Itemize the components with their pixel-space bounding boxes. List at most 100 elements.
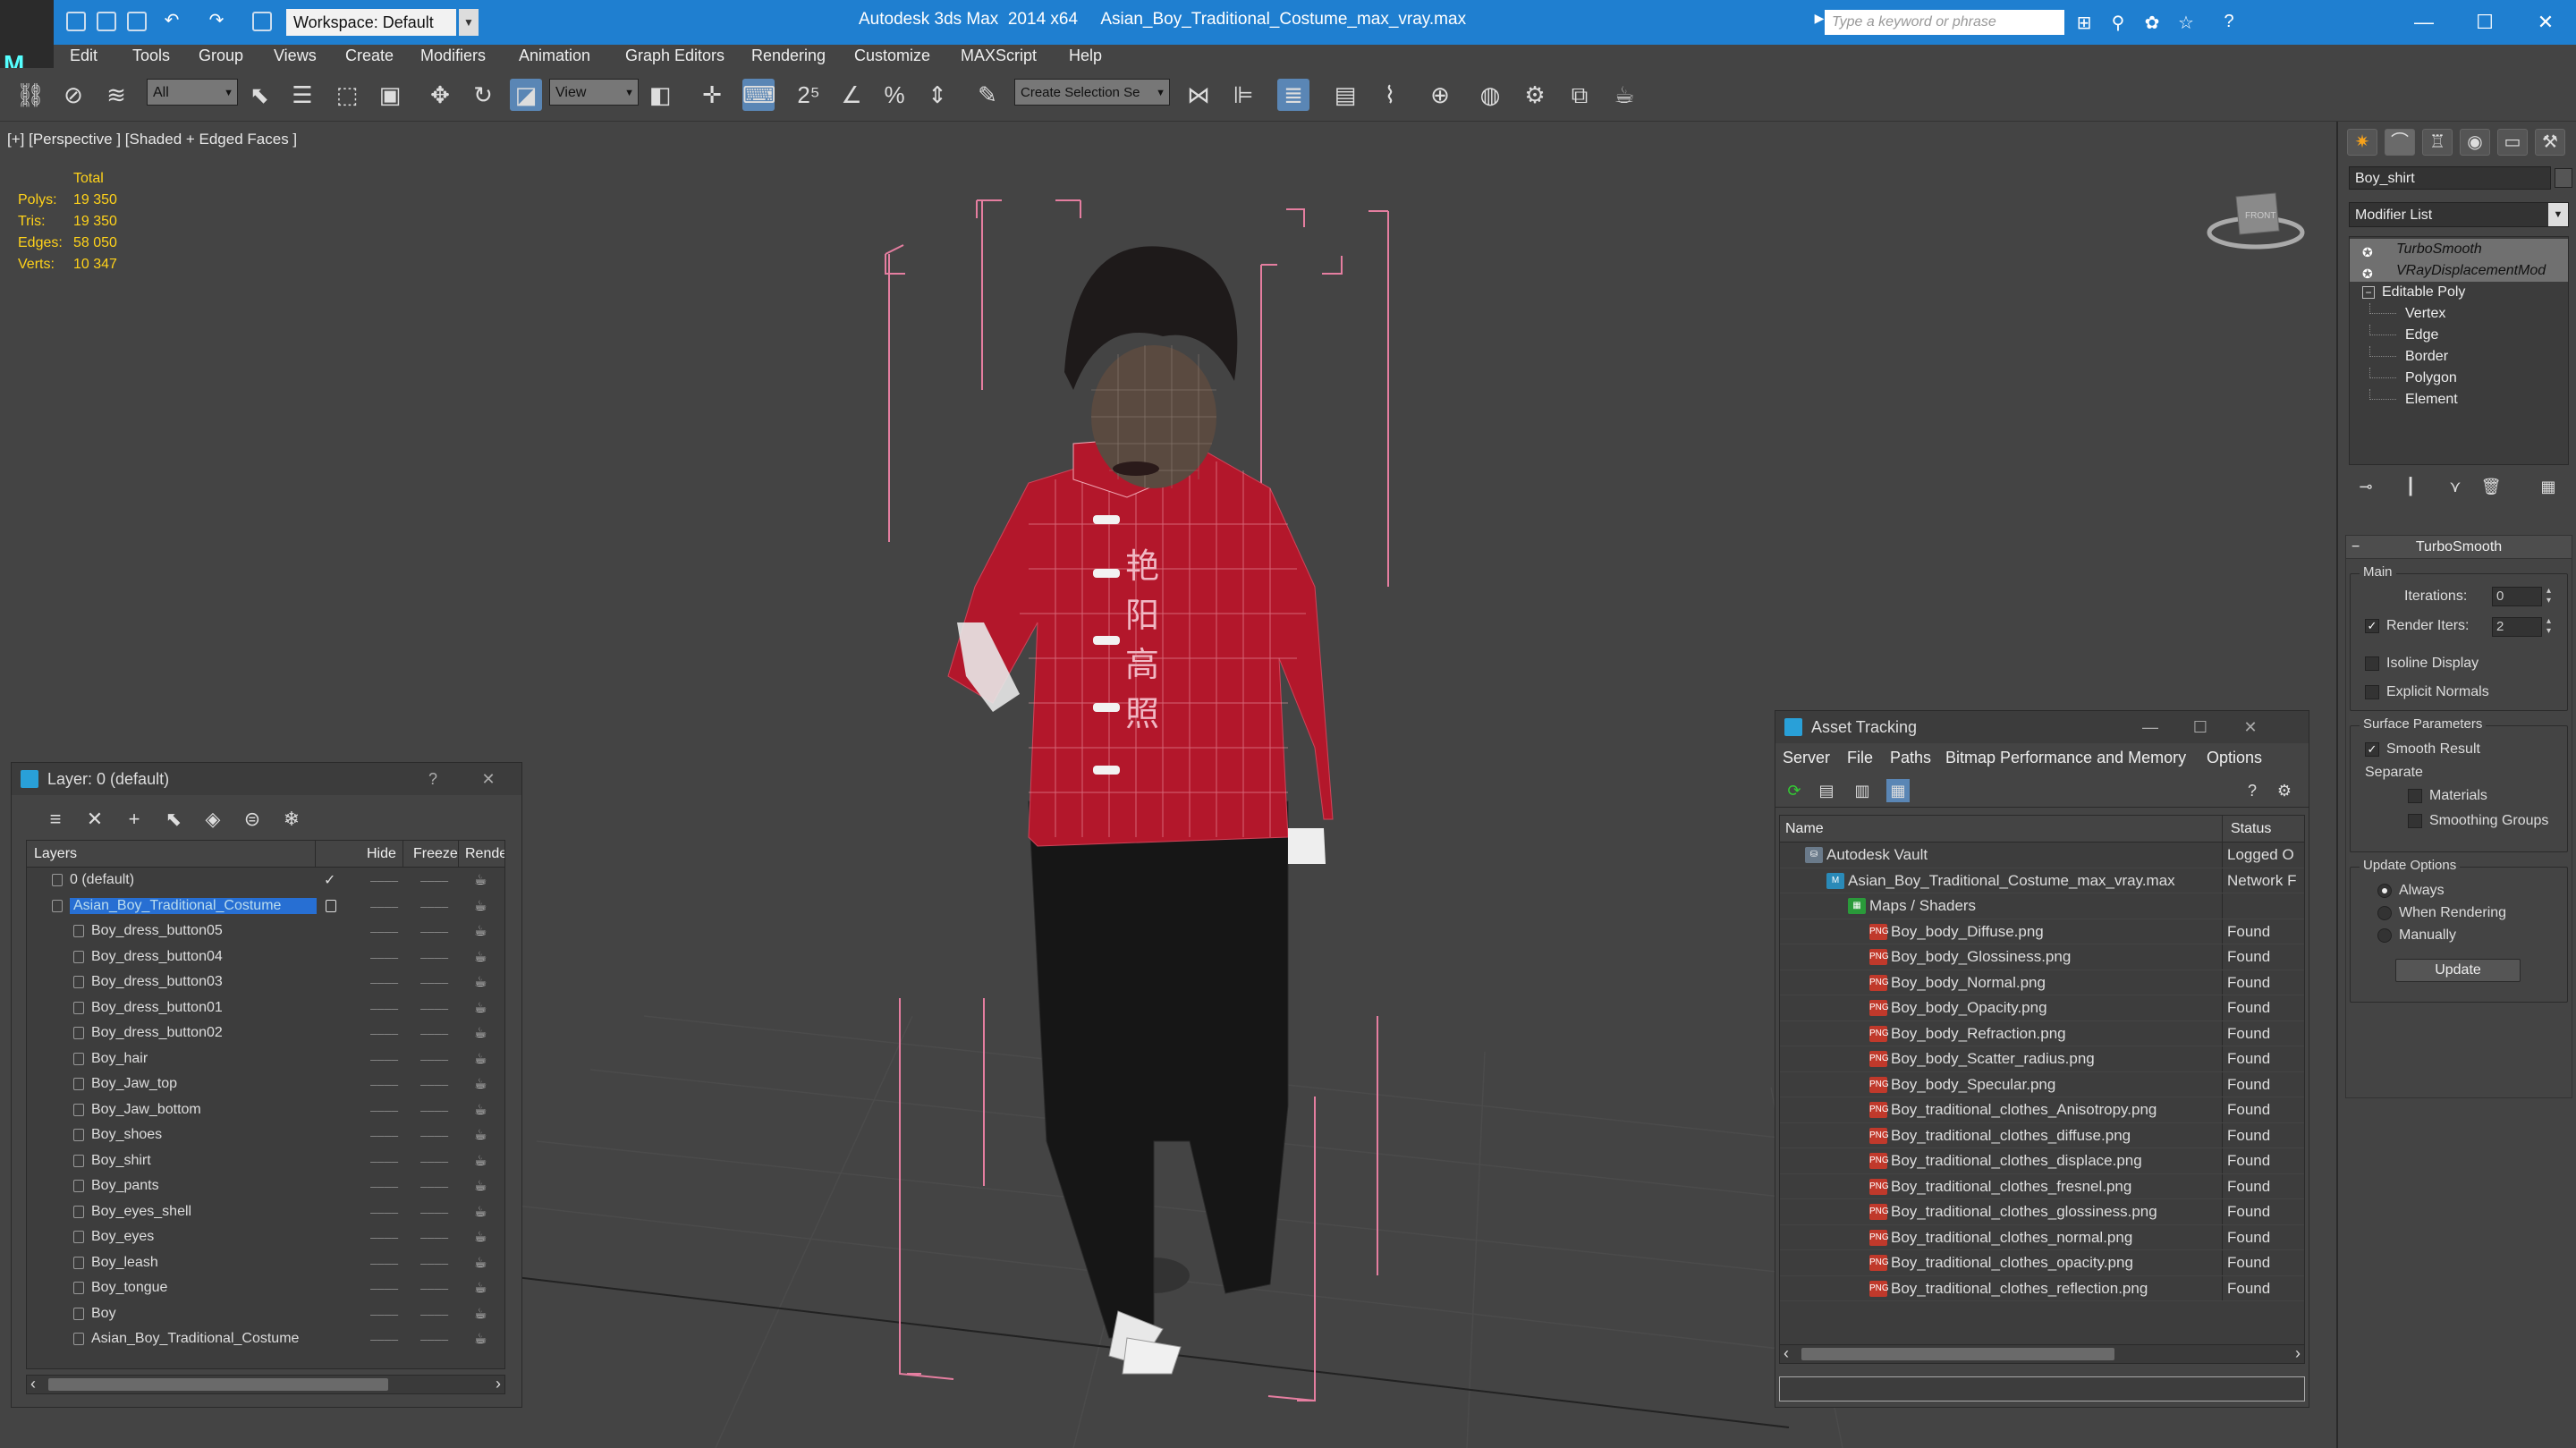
rotate-icon[interactable]: ↻: [467, 79, 499, 111]
stack-item-editable-poly[interactable]: − Editable Poly: [2350, 282, 2568, 303]
communication-center-icon[interactable]: ⚲: [2107, 12, 2129, 33]
favorites-star-icon[interactable]: ☆: [2175, 12, 2197, 33]
freeze-toggle[interactable]: ––––: [420, 1307, 448, 1321]
stack-item-turbosmooth[interactable]: ✪ TurboSmooth: [2350, 239, 2568, 260]
edit-named-selection-icon[interactable]: ✎: [971, 79, 1004, 111]
create-layer-icon[interactable]: ≡: [42, 806, 69, 833]
hide-toggle[interactable]: ––––: [370, 1256, 398, 1270]
object-row[interactable]: Boy_dress_button03 –––– –––– ☕: [27, 970, 504, 995]
configure-modifier-sets-icon[interactable]: ▦: [2535, 478, 2562, 501]
menu-animation[interactable]: Animation: [519, 47, 590, 65]
move-icon[interactable]: ✥: [424, 79, 456, 111]
close-button[interactable]: ✕: [475, 763, 502, 795]
object-row[interactable]: Boy_eyes –––– –––– ☕: [27, 1224, 504, 1250]
asset-row[interactable]: PNG Boy_traditional_clothes_Anisotropy.pn…: [1780, 1097, 2304, 1123]
render-teapot-icon[interactable]: ☕: [474, 1254, 487, 1272]
help-icon[interactable]: ?: [2218, 12, 2240, 33]
freeze-all-icon[interactable]: ❄: [278, 806, 305, 833]
keyboard-shortcut-override-icon[interactable]: ⌨: [742, 79, 776, 111]
settings-icon[interactable]: ⚙: [2273, 779, 2296, 802]
hide-toggle[interactable]: ––––: [370, 1179, 398, 1193]
unlink-icon[interactable]: ⊘: [57, 79, 89, 111]
asset-list[interactable]: Name Status ⛁ Autodesk Vault Logged O M Asia…: [1779, 815, 2305, 1348]
object-row[interactable]: Boy_Jaw_top –––– –––– ☕: [27, 1071, 504, 1097]
create-tab-icon[interactable]: ✷: [2347, 129, 2377, 156]
asset-row[interactable]: PNG Boy_body_Refraction.png Found: [1780, 1020, 2304, 1046]
stack-item-vraydisplacement[interactable]: ✪ VRayDisplacementMod: [2350, 260, 2568, 282]
workspace-dropdown[interactable]: Workspace: Default: [286, 9, 456, 36]
smooth-result-checkbox[interactable]: ✓: [2365, 742, 2379, 757]
new-file-icon[interactable]: [66, 12, 86, 31]
object-row[interactable]: Boy_dress_button02 –––– –––– ☕: [27, 1020, 504, 1046]
hide-toggle[interactable]: ––––: [370, 1281, 398, 1295]
update-button[interactable]: Update: [2395, 959, 2521, 982]
freeze-toggle[interactable]: ––––: [420, 1026, 448, 1040]
render-teapot-icon[interactable]: ☕: [474, 897, 487, 915]
select-object-icon[interactable]: ⬉: [243, 79, 275, 111]
hide-toggle[interactable]: ––––: [370, 1052, 398, 1066]
materials-checkbox[interactable]: [2408, 789, 2422, 803]
curve-editor-icon[interactable]: ⌇: [1374, 79, 1406, 111]
named-selection-dropdown[interactable]: Create Selection Se ▼: [1014, 79, 1170, 106]
object-row[interactable]: Boy_pants –––– –––– ☕: [27, 1173, 504, 1199]
hide-toggle[interactable]: ––––: [370, 873, 398, 887]
render-setup-icon[interactable]: ⚙: [1519, 79, 1551, 111]
hide-toggle[interactable]: ––––: [370, 950, 398, 964]
menu-group[interactable]: Group: [199, 47, 243, 65]
object-row[interactable]: Boy_eyes_shell –––– –––– ☕: [27, 1199, 504, 1225]
asset-row[interactable]: PNG Boy_traditional_clothes_glossiness.pn…: [1780, 1199, 2304, 1225]
freeze-toggle[interactable]: ––––: [420, 1230, 448, 1244]
window-titlebar[interactable]: Layer: 0 (default) ? ✕: [12, 763, 521, 795]
render-teapot-icon[interactable]: ☕: [1608, 79, 1640, 111]
menu-modifiers[interactable]: Modifiers: [420, 47, 486, 65]
subobject-vertex[interactable]: Vertex: [2350, 303, 2568, 325]
refresh-icon[interactable]: ⟳: [1783, 779, 1806, 802]
graphite-tools-icon[interactable]: ▤: [1329, 79, 1361, 111]
hide-toggle[interactable]: ––––: [370, 924, 398, 938]
object-row[interactable]: Boy_tongue –––– –––– ☕: [27, 1275, 504, 1301]
freeze-toggle[interactable]: ––––: [420, 1103, 448, 1117]
modifier-list-dropdown[interactable]: Modifier List ▼: [2349, 202, 2569, 227]
open-file-icon[interactable]: [97, 12, 116, 31]
column-render[interactable]: Render: [465, 846, 504, 862]
render-teapot-icon[interactable]: ☕: [474, 1024, 487, 1042]
maximize-button[interactable]: ☐: [2187, 711, 2214, 743]
menu-paths[interactable]: Paths: [1890, 749, 1931, 767]
freeze-toggle[interactable]: ––––: [420, 873, 448, 887]
list-view-icon[interactable]: ▤: [1815, 779, 1838, 802]
window-titlebar[interactable]: Asset Tracking — ☐ ✕: [1775, 711, 2309, 743]
detail-view-icon[interactable]: ▥: [1851, 779, 1874, 802]
maximize-button[interactable]: ☐: [2460, 5, 2510, 39]
hide-toggle[interactable]: ––––: [370, 1128, 398, 1142]
freeze-toggle[interactable]: ––––: [420, 1256, 448, 1270]
column-name[interactable]: Name: [1785, 821, 1824, 837]
scale-icon[interactable]: ◪: [510, 79, 542, 111]
column-freeze[interactable]: Freeze: [413, 846, 458, 862]
menu-views[interactable]: Views: [274, 47, 317, 65]
asset-row[interactable]: PNG Boy_body_Diffuse.png Found: [1780, 919, 2304, 944]
current-layer-check-icon[interactable]: ✓: [324, 871, 335, 889]
freeze-toggle[interactable]: ––––: [420, 975, 448, 989]
object-row[interactable]: Boy_shoes –––– –––– ☕: [27, 1122, 504, 1148]
object-name-field[interactable]: Boy_shirt: [2349, 166, 2551, 190]
menu-file[interactable]: File: [1847, 749, 1873, 767]
render-iters-spinner[interactable]: 2: [2492, 616, 2554, 637]
add-to-layer-icon[interactable]: +: [121, 806, 148, 833]
object-row[interactable]: Boy_dress_button01 –––– –––– ☕: [27, 995, 504, 1021]
asset-row[interactable]: PNG Boy_traditional_clothes_diffuse.png Fo…: [1780, 1122, 2304, 1148]
render-teapot-icon[interactable]: ☕: [474, 973, 487, 991]
menu-edit[interactable]: Edit: [70, 47, 97, 65]
hide-toggle[interactable]: ––––: [370, 1154, 398, 1168]
modify-tab-icon[interactable]: ⌒: [2385, 129, 2415, 156]
subscription-icon[interactable]: ✿: [2141, 12, 2163, 33]
angle-snap-icon[interactable]: ∠: [835, 79, 868, 111]
object-row[interactable]: Boy –––– –––– ☕: [27, 1301, 504, 1327]
spinner-snap-icon[interactable]: ⇕: [921, 79, 953, 111]
column-status[interactable]: Status: [2231, 821, 2271, 837]
asset-row[interactable]: PNG Boy_body_Scatter_radius.png Found: [1780, 1046, 2304, 1072]
asset-row[interactable]: PNG Boy_body_Glossiness.png Found: [1780, 944, 2304, 970]
schematic-view-icon[interactable]: ⊕: [1424, 79, 1456, 111]
menu-tools[interactable]: Tools: [132, 47, 170, 65]
render-teapot-icon[interactable]: ☕: [474, 999, 487, 1017]
render-teapot-icon[interactable]: ☕: [474, 1126, 487, 1144]
